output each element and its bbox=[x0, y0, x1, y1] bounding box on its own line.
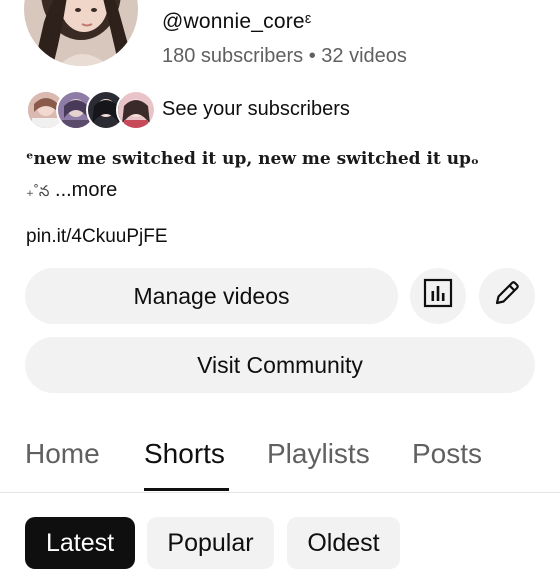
description-more-link[interactable]: ...more bbox=[55, 179, 117, 201]
channel-tabs: Home Shorts Playlists Posts bbox=[0, 432, 560, 492]
channel-handle: @wonnie_coreᵋ bbox=[162, 10, 312, 33]
channel-description-continued[interactable]: ₊˚న ...more bbox=[26, 179, 117, 204]
channel-stats: 180 subscribers • 32 videos bbox=[162, 45, 407, 67]
visit-community-button[interactable]: Visit Community bbox=[25, 337, 535, 393]
chip-oldest[interactable]: Oldest bbox=[287, 517, 400, 569]
description-decoration: ₊˚న bbox=[26, 183, 50, 200]
tabs-divider bbox=[0, 492, 560, 493]
chip-latest[interactable]: Latest bbox=[25, 517, 135, 569]
pencil-icon bbox=[492, 278, 522, 314]
subscriber-avatar bbox=[116, 90, 156, 130]
chip-popular[interactable]: Popular bbox=[147, 517, 274, 569]
analytics-button[interactable] bbox=[410, 268, 466, 324]
tab-home[interactable]: Home bbox=[25, 438, 100, 470]
tab-shorts[interactable]: Shorts bbox=[144, 438, 225, 470]
channel-description: ᵉnew me switched it up, new me switched … bbox=[26, 149, 479, 169]
tab-playlists[interactable]: Playlists bbox=[267, 438, 370, 470]
bar-chart-icon bbox=[423, 278, 453, 314]
channel-link[interactable]: pin.it/4CkuuPjFE bbox=[26, 226, 168, 248]
channel-avatar[interactable] bbox=[24, 0, 138, 66]
see-subscribers-link[interactable]: See your subscribers bbox=[162, 98, 350, 121]
edit-channel-button[interactable] bbox=[479, 268, 535, 324]
tab-posts[interactable]: Posts bbox=[412, 438, 482, 470]
active-tab-indicator bbox=[144, 488, 229, 491]
manage-videos-button[interactable]: Manage videos bbox=[25, 268, 398, 324]
